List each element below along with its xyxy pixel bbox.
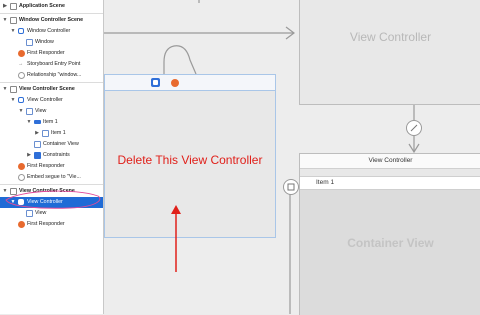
delete-annotation-text: Delete This View Controller <box>117 153 263 167</box>
view-controller-icon[interactable] <box>151 78 160 87</box>
scene-dock[interactable] <box>105 75 275 91</box>
red-arrow-up <box>171 205 181 272</box>
toolbar-bar[interactable]: Item 1 <box>300 176 480 190</box>
toolbar-item-label[interactable]: Item 1 <box>316 177 334 189</box>
container-view-label: Container View <box>347 236 434 250</box>
embedded-vc-header: View Controller <box>300 154 480 169</box>
storyboard-canvas[interactable]: View Controller Delete This View Control… <box>104 0 480 315</box>
relationship-segue-icon[interactable] <box>406 120 422 136</box>
view-controller-title: View Controller <box>349 30 432 44</box>
selected-view-controller[interactable]: Delete This View Controller <box>104 74 276 238</box>
first-responder-icon[interactable] <box>171 79 179 87</box>
embed-segue-icon[interactable] <box>283 179 299 195</box>
embedded-view-controller[interactable]: View Controller Item 1 Container View <box>299 153 480 315</box>
view-controller-top[interactable]: View Controller <box>299 0 480 105</box>
annotation-circle <box>5 190 101 209</box>
container-view[interactable]: Container View <box>300 190 480 315</box>
